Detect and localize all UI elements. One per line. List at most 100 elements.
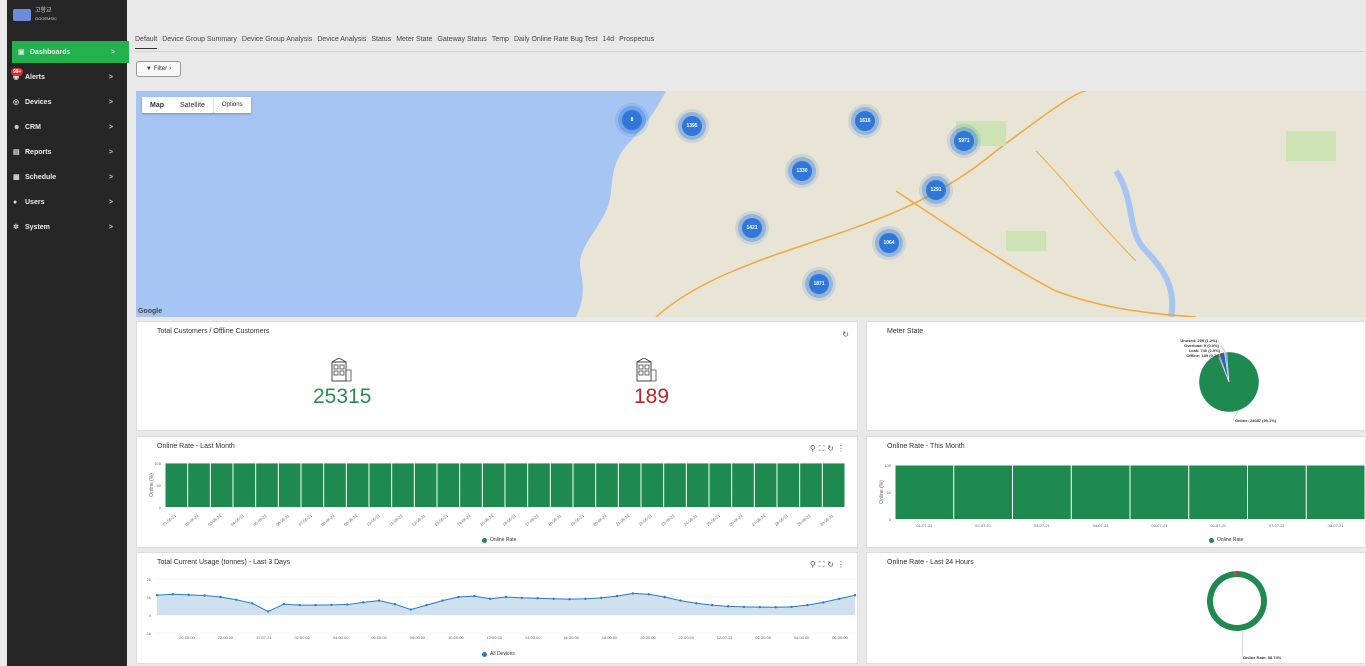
x-tick-label: 04:00:00 [333, 635, 349, 640]
tab-daily-online-rate-bug-test[interactable]: Daily Online Rate Bug Test [514, 36, 598, 43]
tab-status[interactable]: Status [371, 36, 391, 43]
sidebar-item-label: Users [25, 198, 45, 206]
data-point [187, 593, 190, 597]
tab-gateway-status[interactable]: Gateway Status [437, 36, 486, 43]
x-tick-label: 29-06-21 [796, 512, 812, 527]
meter-state-panel: Meter State Online: 24087 (95.1%) Offline… [866, 321, 1366, 431]
bar [754, 463, 777, 507]
sidebar-item-users[interactable]: ● Users > [7, 191, 127, 213]
donut-leader [1241, 630, 1244, 658]
x-tick-label: 24-06-21 [683, 512, 699, 527]
device-map[interactable]: Map Satellite Options 8 1395 1616 5971 1… [136, 91, 1366, 317]
x-tick-label: 20:00:00 [179, 635, 195, 640]
chevron-right-icon: > [108, 173, 113, 181]
sidebar-item-alerts[interactable]: 99+ ◉ Alerts > [7, 66, 127, 88]
bar [437, 463, 460, 507]
legend-label: Online Rate [1217, 537, 1244, 543]
x-tick-label: 03-07-21 [1034, 523, 1051, 528]
data-point [266, 610, 270, 613]
active-tab-indicator [135, 48, 157, 49]
map-cluster[interactable]: 5971 [954, 131, 974, 151]
sidebar-item-reports[interactable]: ▤ Reports > [7, 141, 127, 163]
map-cluster[interactable]: 1421 [742, 218, 762, 238]
map-type-satellite[interactable]: Satellite [172, 97, 213, 113]
x-tick-label: 17-06-21 [524, 512, 540, 527]
tab-default[interactable]: Default [135, 36, 157, 43]
x-tick-label: 08-06-21 [320, 512, 336, 527]
sidebar-item-label: Reports [25, 148, 52, 156]
data-point [219, 595, 222, 599]
data-point [250, 602, 254, 605]
x-tick-label: 03-06-21 [207, 512, 223, 527]
pie-label: Overload: 0 (0.0%) [1184, 343, 1220, 348]
y-tick-label: 2k [147, 577, 151, 582]
sidebar-item-label: System [25, 223, 50, 231]
map-cluster[interactable]: 1395 [682, 116, 702, 136]
x-tick-label: 12-06-21 [411, 512, 427, 527]
map-cluster[interactable]: 1291 [926, 180, 946, 200]
y-tick-label: 100 [884, 463, 891, 468]
x-tick-label: 11-07-21 [256, 635, 272, 640]
online-24h-chart: Online Rate: 98.74% [1207, 571, 1282, 660]
tab-temp[interactable]: Temp [492, 36, 509, 43]
tab-device-analysis[interactable]: Device Analysis [317, 36, 366, 43]
tab-meter-state[interactable]: Meter State [396, 36, 432, 43]
bar [210, 463, 233, 507]
y-axis-label: Online (%) [149, 473, 155, 497]
tab-14d[interactable]: 14d [602, 36, 614, 43]
chevron-right-icon: › [169, 66, 172, 72]
sidebar-item-dashboards[interactable]: ▣ Dashboards > [12, 41, 129, 63]
sidebar-item-system[interactable]: ✲ System > [7, 216, 127, 238]
sidebar: 고향교 GOOEMSIC ▣ Dashboards > 99+ ◉ Alerts… [7, 0, 129, 666]
data-point [599, 596, 603, 600]
filter-button[interactable]: ▼ Filter › [136, 61, 181, 77]
map-cluster[interactable]: 1330 [792, 161, 812, 181]
data-point [568, 597, 571, 601]
map-options-button[interactable]: Options [212, 97, 251, 113]
y-tick-label: 1k [147, 595, 151, 600]
bar [414, 463, 437, 507]
y-tick-label: 0 [159, 505, 162, 510]
sidebar-item-schedule[interactable]: ▦ Schedule > [7, 166, 127, 188]
data-point [615, 594, 619, 598]
map-type-map[interactable]: Map [142, 97, 172, 113]
brand-sub: GOOEMSIC [35, 16, 58, 21]
gear-icon: ✲ [13, 224, 19, 231]
map-cluster[interactable]: 1616 [855, 111, 875, 131]
x-tick-label: 07-06-21 [297, 512, 313, 527]
online-this-month-panel: Online Rate - This Month Online (%) 100 50… [866, 436, 1366, 548]
brand-logo[interactable]: 고향교 GOOEMSIC [13, 8, 57, 22]
sidebar-item-devices[interactable]: ◎ Devices > [7, 91, 127, 113]
tab-device-group-analysis[interactable]: Device Group Analysis [242, 36, 312, 43]
data-point [822, 601, 825, 604]
legend-dot [482, 651, 487, 657]
device-icon: ◎ [13, 99, 20, 106]
sidebar-item-crm[interactable]: ☻ CRM > [7, 116, 127, 138]
legend-label: Online Rate [490, 537, 517, 543]
bar [188, 463, 210, 507]
dashboard-tabs: Default Device Group Summary Device Grou… [135, 36, 654, 43]
tab-prospectus[interactable]: Prospectus [619, 36, 654, 43]
tab-device-group-summary[interactable]: Device Group Summary [162, 36, 237, 43]
y-tick-label: 50 [157, 483, 162, 488]
x-tick-label: 06:00:00 [371, 635, 387, 640]
building-icon [636, 358, 657, 382]
map-cluster[interactable]: 1064 [879, 233, 899, 253]
x-tick-label: 15-06-21 [479, 512, 495, 527]
tabs-divider [135, 51, 1365, 52]
data-point [726, 605, 730, 608]
data-point [155, 594, 159, 597]
y-axis-label: Online (%) [879, 480, 885, 504]
bar [1071, 465, 1130, 519]
brand-name: 고향교 [35, 8, 52, 14]
x-tick-label: 08:00:00 [410, 635, 426, 640]
panel-title: Total Customers / Offline Customers [157, 328, 270, 335]
bar [800, 463, 822, 507]
data-point [314, 603, 317, 607]
data-point [774, 606, 777, 609]
map-cluster[interactable]: 1871 [809, 274, 829, 294]
refresh-icon[interactable]: ↻ [842, 330, 849, 339]
x-tick-label: 06-07-21 [1210, 523, 1227, 528]
map-cluster[interactable]: 8 [622, 110, 642, 130]
data-point [758, 605, 762, 609]
